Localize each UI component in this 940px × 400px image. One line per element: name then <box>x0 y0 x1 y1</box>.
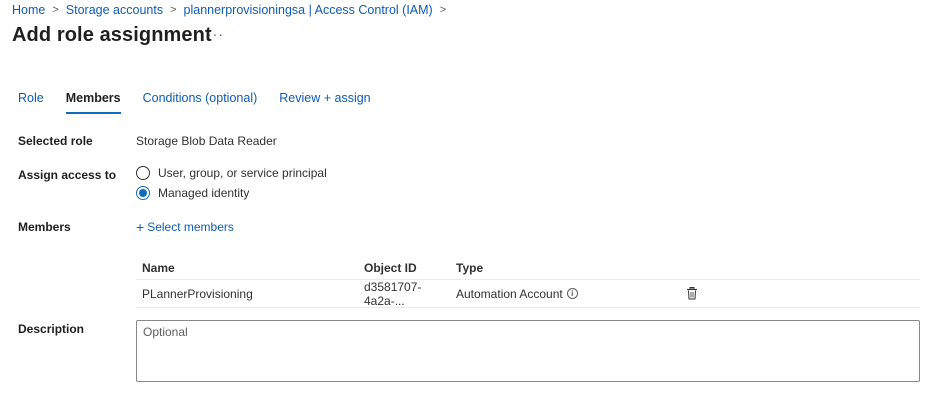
delete-cell <box>686 287 716 300</box>
table-row: PLannerProvisioning d3581707-4a2a-... Au… <box>136 280 920 308</box>
chevron-right-icon: > <box>52 4 59 16</box>
radio-user-group-principal[interactable]: User, group, or service principal <box>136 166 327 180</box>
chevron-right-icon: > <box>439 4 447 16</box>
tab-role[interactable]: Role <box>18 90 44 114</box>
more-icon[interactable]: ··· <box>207 26 224 42</box>
description-label: Description <box>18 322 85 336</box>
radio-unchecked-icon <box>136 166 150 180</box>
page-title: Add role assignment <box>12 24 212 46</box>
breadcrumb: Home > Storage accounts > plannerprovisi… <box>12 2 453 18</box>
plus-icon: + <box>136 219 145 235</box>
tab-members[interactable]: Members <box>65 90 121 114</box>
select-members-link[interactable]: + Select members <box>136 220 234 234</box>
tab-bar: Role Members Conditions (optional) Revie… <box>18 90 393 114</box>
radio-checked-icon <box>136 186 150 200</box>
assign-access-label: Assign access to <box>18 168 117 182</box>
info-icon[interactable]: i <box>566 288 578 299</box>
select-members-label: Select members <box>147 220 234 234</box>
description-field[interactable] <box>136 320 920 382</box>
members-label: Members <box>18 220 71 234</box>
member-name: PLannerProvisioning <box>142 286 253 301</box>
member-object-id: d3581707-4a2a-... <box>364 279 422 308</box>
column-header-type: Type <box>456 260 484 275</box>
tab-review-assign[interactable]: Review + assign <box>279 90 370 114</box>
chevron-right-icon: > <box>170 4 177 16</box>
radio-managed-identity[interactable]: Managed identity <box>136 186 249 200</box>
breadcrumb-home[interactable]: Home <box>12 3 45 17</box>
member-type: Automation Account <box>456 286 563 301</box>
radio-label: Managed identity <box>158 186 250 200</box>
members-table: Name Object ID Type PLannerProvisioning … <box>136 256 920 308</box>
radio-label: User, group, or service principal <box>158 166 327 180</box>
member-type-cell: Automation Account i <box>456 287 686 301</box>
breadcrumb-access-control[interactable]: plannerprovisioningsa | Access Control (… <box>184 3 433 17</box>
trash-icon[interactable] <box>686 287 698 300</box>
selected-role-value: Storage Blob Data Reader <box>136 134 277 148</box>
table-header: Name Object ID Type <box>136 256 920 280</box>
breadcrumb-storage-accounts[interactable]: Storage accounts <box>66 3 163 17</box>
column-header-name: Name <box>142 260 175 275</box>
column-header-object-id: Object ID <box>364 260 417 275</box>
tab-conditions[interactable]: Conditions (optional) <box>143 90 258 114</box>
selected-role-label: Selected role <box>18 134 93 148</box>
